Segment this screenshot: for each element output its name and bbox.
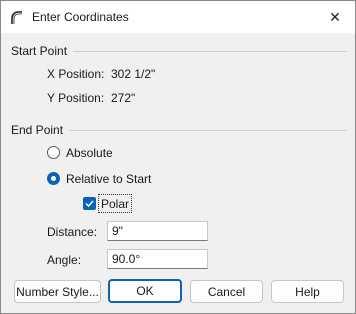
angle-label: Angle:: [47, 253, 82, 267]
number-style-button[interactable]: Number Style...: [14, 280, 101, 303]
ok-button[interactable]: OK: [108, 279, 182, 303]
absolute-label[interactable]: Absolute: [66, 146, 113, 160]
close-icon[interactable]: ✕: [315, 1, 355, 33]
title-bar: Enter Coordinates ✕: [1, 1, 355, 33]
end-point-group-label: End Point: [11, 123, 64, 137]
check-icon: [85, 200, 94, 208]
help-button[interactable]: Help: [271, 280, 344, 303]
y-position-label: Y Position:: [47, 91, 105, 105]
distance-input[interactable]: 9": [107, 221, 208, 241]
y-position-value: 272": [111, 91, 136, 105]
enter-coordinates-dialog: Enter Coordinates ✕ Start Point X Positi…: [0, 0, 356, 314]
distance-label: Distance:: [47, 225, 98, 239]
polar-checkbox[interactable]: [83, 197, 96, 210]
start-point-group-label: Start Point: [11, 44, 68, 58]
arc-icon: [9, 9, 25, 25]
relative-to-start-label[interactable]: Relative to Start: [66, 172, 151, 186]
absolute-radio[interactable]: [47, 146, 60, 159]
x-position-value: 302 1/2": [111, 67, 156, 81]
angle-input[interactable]: 90.0°: [107, 249, 208, 269]
polar-label[interactable]: Polar: [101, 197, 129, 211]
end-point-divider: [69, 130, 347, 131]
x-position-label: X Position:: [47, 67, 105, 81]
window-title: Enter Coordinates: [32, 10, 129, 24]
cancel-button[interactable]: Cancel: [190, 280, 263, 303]
start-point-divider: [73, 51, 347, 52]
relative-to-start-radio[interactable]: [47, 172, 60, 185]
